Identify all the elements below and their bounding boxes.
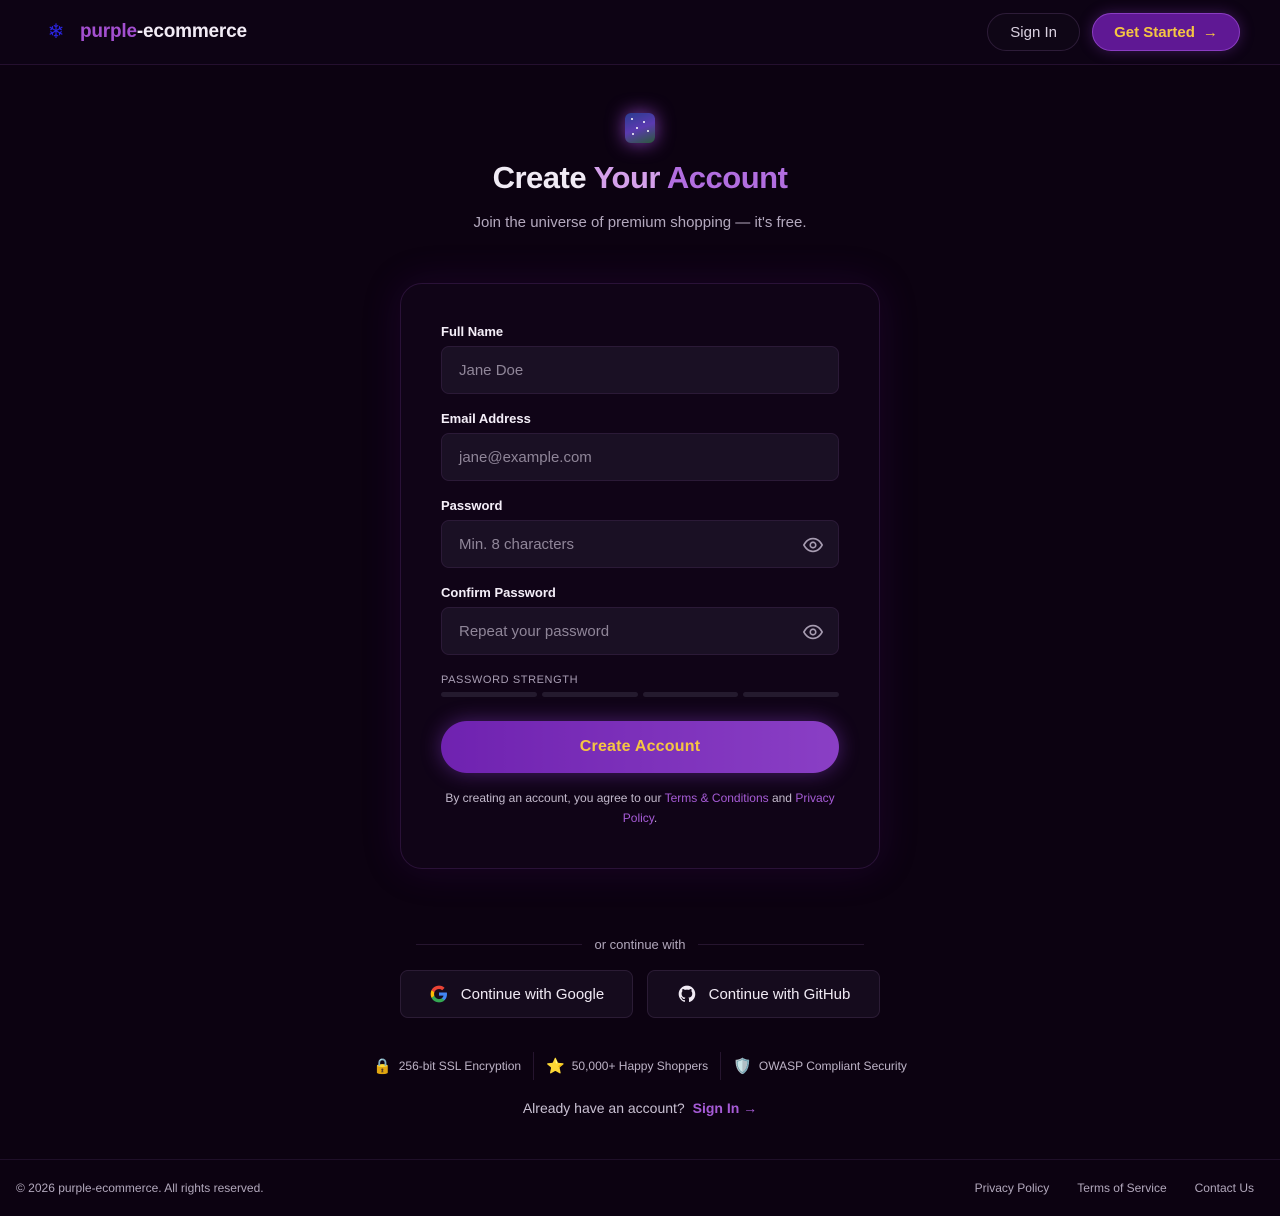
get-started-button[interactable]: Get Started → (1092, 13, 1240, 51)
ssl-badge-label: 256-bit SSL Encryption (398, 1059, 522, 1073)
get-started-label: Get Started (1114, 23, 1195, 41)
page-title: Create Your Account (0, 160, 1280, 196)
google-login-button[interactable]: Continue with Google (400, 970, 633, 1018)
shoppers-badge: ⭐ 50,000+ Happy Shoppers (534, 1059, 720, 1074)
title-part2: Your (593, 160, 667, 195)
full-name-input[interactable]: Jane Doe (441, 346, 839, 394)
confirm-password-label: Confirm Password (441, 585, 556, 600)
brand-name-part2: -ecommerce (136, 21, 247, 42)
header-signin-button[interactable]: Sign In (987, 13, 1080, 51)
lock-icon: 🔒 (373, 1057, 392, 1075)
header-actions: Sign In Get Started → (987, 13, 1240, 51)
trust-badges: 🔒 256-bit SSL Encryption ⭐ 50,000+ Happy… (0, 1052, 1280, 1080)
divider-text: or continue with (594, 936, 686, 952)
eye-icon[interactable] (802, 534, 824, 556)
full-name-label: Full Name (441, 324, 504, 339)
brand-name-part1: purple (80, 21, 137, 42)
create-account-button[interactable]: Create Account (441, 721, 839, 773)
legal-prefix: By creating an account, you agree to our (445, 791, 665, 805)
email-label: Email Address (441, 411, 531, 426)
legal-suffix: . (653, 811, 658, 825)
password-strength-meter (441, 692, 839, 697)
email-placeholder: jane@example.com (459, 448, 592, 466)
signin-prompt-text: Already have an account? (522, 1100, 685, 1116)
owasp-badge-label: OWASP Compliant Security (758, 1059, 907, 1073)
legal-notice: By creating an account, you agree to our… (441, 788, 839, 828)
top-nav: ❄ purple-ecommerce Sign In Get Started → (0, 0, 1280, 65)
footer-terms-link[interactable]: Terms of Service (1077, 1181, 1166, 1195)
galaxy-icon (625, 113, 655, 143)
snowflake-icon: ❄ (47, 21, 65, 43)
arrow-right-icon: → (1202, 23, 1218, 41)
divider-line (697, 943, 864, 945)
confirm-password-input[interactable]: Repeat your password (441, 607, 839, 655)
ssl-badge: 🔒 256-bit SSL Encryption (361, 1059, 533, 1074)
confirm-password-placeholder: Repeat your password (459, 622, 610, 640)
strength-segment (541, 692, 638, 697)
password-input[interactable]: Min. 8 characters (441, 520, 839, 568)
social-divider: or continue with (416, 934, 864, 954)
copyright-text: © 2026 purple-ecommerce. All rights rese… (16, 1181, 264, 1195)
full-name-placeholder: Jane Doe (459, 361, 524, 379)
signin-prompt: Already have an account? Sign In → (0, 1100, 1280, 1116)
password-label: Password (441, 498, 503, 513)
legal-and: and (768, 791, 796, 805)
shoppers-badge-label: 50,000+ Happy Shoppers (571, 1059, 709, 1073)
brand-name: purple-ecommerce (80, 21, 247, 43)
page-subtitle: Join the universe of premium shopping — … (473, 214, 807, 231)
strength-segment (441, 692, 537, 697)
page-footer: © 2026 purple-ecommerce. All rights rese… (0, 1159, 1280, 1216)
password-strength-label: PASSWORD STRENGTH (441, 674, 579, 686)
google-icon (430, 985, 447, 1003)
email-input[interactable]: jane@example.com (441, 433, 839, 481)
signin-link[interactable]: Sign In → (693, 1100, 758, 1116)
strength-segment (743, 692, 839, 697)
signup-form-card: Full Name Jane Doe Email Address jane@ex… (400, 283, 880, 869)
brand-logo[interactable]: ❄ purple-ecommerce (46, 21, 247, 43)
title-part1: Create (492, 160, 594, 195)
divider-line (416, 943, 583, 945)
shield-icon: 🛡️ (733, 1057, 752, 1075)
title-part3: Account (666, 160, 788, 195)
star-icon: ⭐ (546, 1057, 565, 1075)
footer-links: Privacy Policy Terms of Service Contact … (975, 1181, 1254, 1195)
google-login-label: Continue with Google (460, 985, 605, 1003)
terms-link[interactable]: Terms & Conditions (665, 791, 769, 805)
footer-contact-link[interactable]: Contact Us (1195, 1181, 1254, 1195)
owasp-badge: 🛡️ OWASP Compliant Security (721, 1059, 919, 1074)
github-login-label: Continue with GitHub (708, 985, 851, 1003)
password-placeholder: Min. 8 characters (459, 535, 575, 553)
signup-page: ❄ purple-ecommerce Sign In Get Started →… (0, 0, 1280, 1216)
github-login-button[interactable]: Continue with GitHub (647, 970, 880, 1018)
github-icon (678, 985, 695, 1003)
strength-segment (642, 692, 739, 697)
eye-icon[interactable] (802, 621, 824, 643)
footer-privacy-link[interactable]: Privacy Policy (975, 1181, 1050, 1195)
